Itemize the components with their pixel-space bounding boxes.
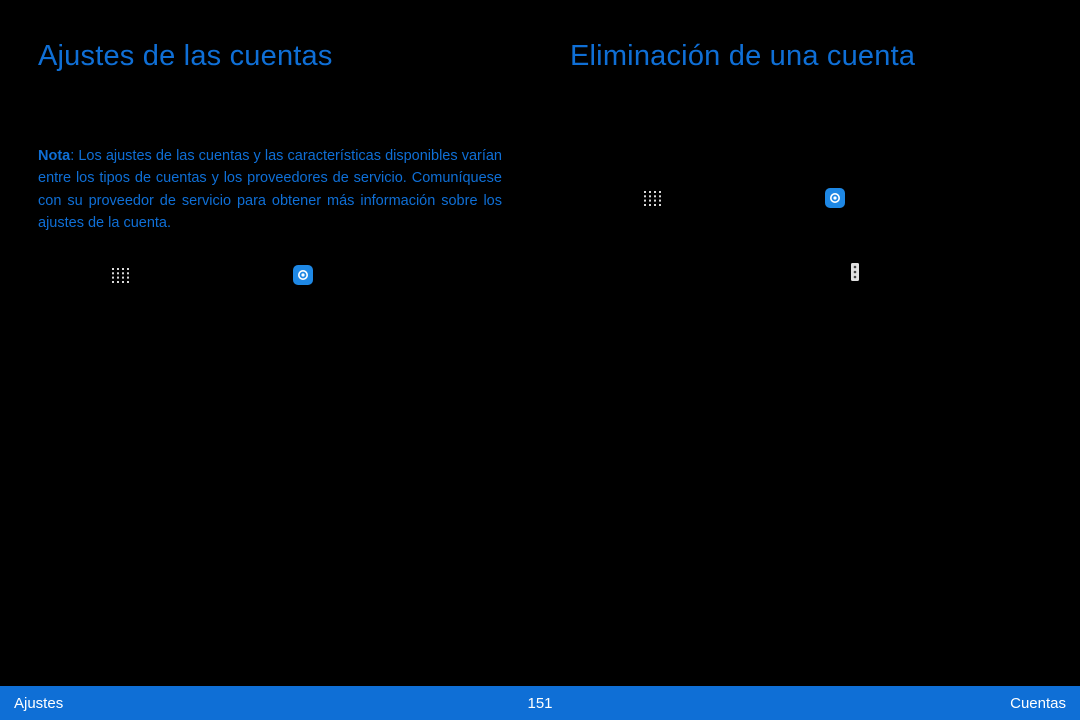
- step-number: 1.: [570, 188, 586, 210]
- left-column: Ajustes de las cuentas Configure ajustes…: [0, 0, 540, 660]
- footer-left: Ajustes: [14, 695, 63, 712]
- more-options-label: Más opciones: [866, 265, 962, 281]
- step-text: Pulse en la cuenta y después pulse en: [596, 265, 848, 281]
- step-number: 1.: [38, 265, 54, 287]
- step-text: .: [904, 192, 908, 208]
- bullet-2: • Pulse en otras opciones disponibles pa…: [52, 375, 502, 397]
- step-text: , pulse en: [224, 269, 287, 285]
- apps-grid-icon: [644, 191, 661, 206]
- note-block: Nota: Los ajustes de las cuentas y las c…: [38, 145, 502, 235]
- apps-grid-icon: [112, 268, 129, 283]
- step-3: 3. Pulse en la cuenta y después pulse en…: [570, 262, 1038, 307]
- step-text: .: [372, 269, 376, 285]
- note-body: Los ajustes de las cuentas y las caracte…: [38, 148, 502, 231]
- footer-bar: Ajustes 151 Cuentas: [0, 686, 1080, 720]
- gear-icon: [825, 188, 845, 208]
- apps-label: Aplicaciones: [135, 269, 224, 285]
- step-2: 2. Pulse en Cuentas > [Tipo de cuenta].: [38, 302, 502, 324]
- bullet-text: Pulse en otras opciones disponibles para…: [68, 375, 447, 397]
- step-number: 3.: [570, 262, 586, 284]
- step-text: Desde: [64, 269, 106, 285]
- apps-label: Aplicaciones: [667, 192, 756, 208]
- step-text: >: [962, 265, 979, 281]
- step-text: , pulse en: [756, 192, 819, 208]
- step-text: > [Tipo de cuenta].: [714, 229, 838, 245]
- page-number: 151: [527, 695, 552, 712]
- more-options-icon: [850, 263, 860, 281]
- intro-text: Puede eliminar cuentas del dispositivo. …: [570, 101, 1038, 166]
- step-text: .: [643, 288, 647, 304]
- bullet-1: • Pulse en una cuenta para fijar los aju…: [52, 339, 502, 361]
- bullet-mark: •: [52, 375, 60, 397]
- bullet-mark: •: [52, 339, 60, 361]
- step-text: > [Tipo de cuenta].: [182, 305, 306, 321]
- footer-right: Cuentas: [1010, 695, 1066, 712]
- step-2: 2. Pulse en Cuentas > [Tipo de cuenta].: [570, 226, 1038, 248]
- accounts-label: Cuentas: [124, 305, 181, 321]
- step-1: 1. Desde Aplicaciones, pulse en Ajustes.: [38, 265, 502, 288]
- section-heading-ajustes: Ajustes de las cuentas: [38, 40, 502, 73]
- settings-label: Ajustes: [319, 269, 371, 285]
- note-label: Nota: [38, 148, 70, 164]
- step-text: Pulse en: [64, 305, 124, 321]
- step-1: 1. Desde Aplicaciones, pulse en Ajustes.: [570, 188, 1038, 211]
- step-number: 2.: [570, 226, 586, 248]
- intro-text: Configure ajustes comunes para todas las…: [38, 101, 502, 123]
- bullet-text: Pulse en una cuenta para fijar los ajust…: [68, 342, 357, 358]
- bullet-text: esa: [357, 342, 380, 358]
- section-heading-eliminacion: Eliminación de una cuenta: [570, 40, 1038, 73]
- bullet-text: cuenta.: [381, 342, 433, 358]
- step-number: 2.: [38, 302, 54, 324]
- right-column: Eliminación de una cuenta Puede eliminar…: [540, 0, 1080, 660]
- step-text: Desde: [596, 192, 638, 208]
- accounts-label: Cuentas: [656, 229, 713, 245]
- settings-label: Ajustes: [851, 192, 903, 208]
- step-text: Pulse en: [596, 229, 656, 245]
- gear-icon: [293, 265, 313, 285]
